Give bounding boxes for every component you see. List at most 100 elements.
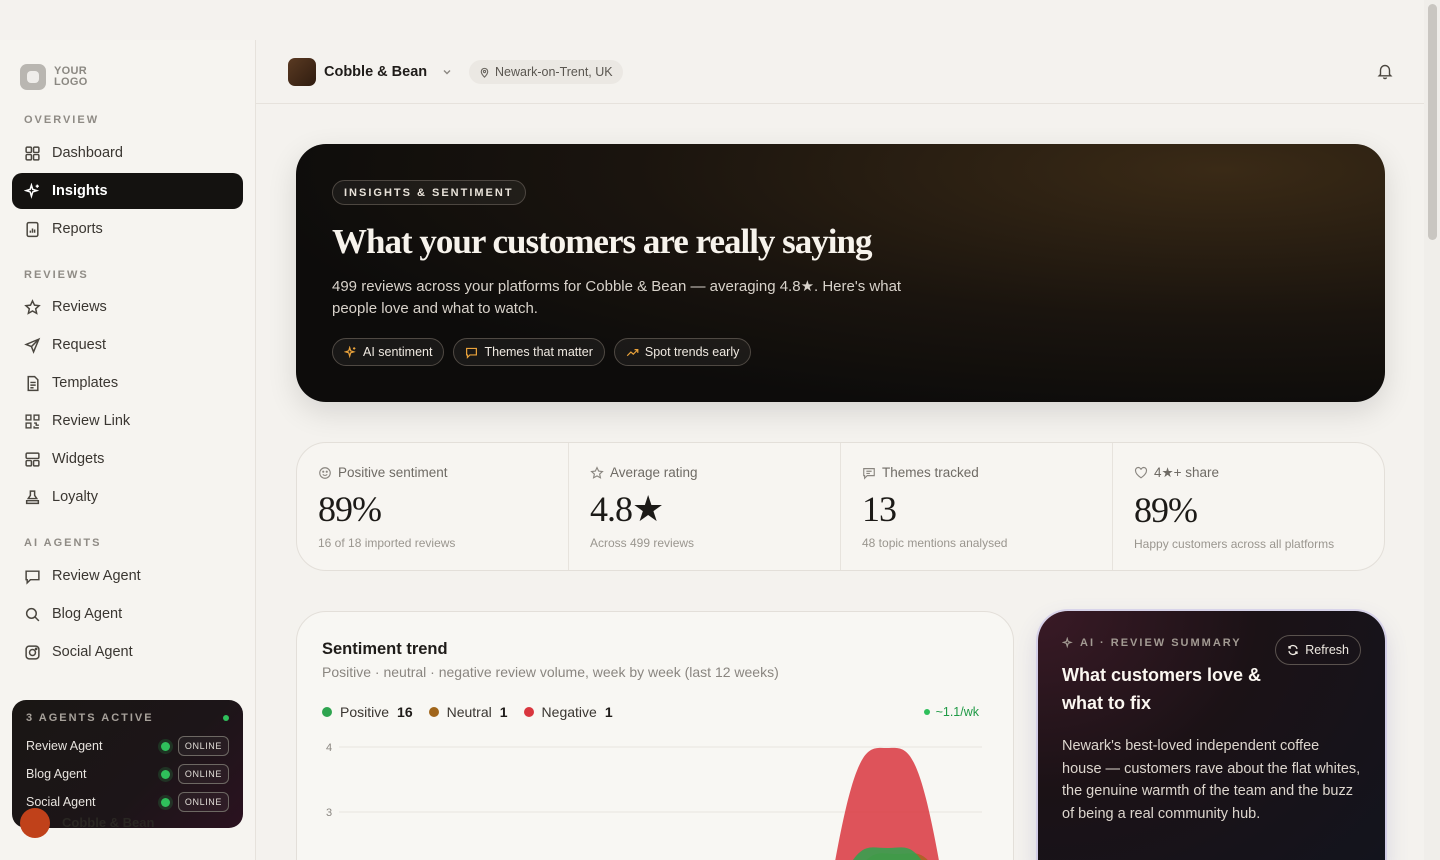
legend-label: Neutral — [446, 704, 492, 720]
sidebar-item-label: Insights — [52, 183, 108, 199]
insights-hero: INSIGHTS & SENTIMENT What your customers… — [296, 144, 1385, 402]
chip-label: Themes that matter — [484, 345, 593, 359]
trend-rate-badge: ~1.1/wk — [923, 705, 979, 719]
sidebar-item-label: Review Agent — [52, 568, 141, 584]
chevron-down-icon — [443, 70, 451, 75]
ai-tag: AI · REVIEW SUMMARY — [1062, 637, 1242, 649]
instagram-icon — [25, 644, 40, 660]
grid-icon — [25, 145, 40, 161]
stats-row: Positive sentiment 89% 16 of 18 imported… — [296, 442, 1385, 571]
agent-status-row[interactable]: Review Agent ONLINE — [26, 732, 229, 760]
sidebar-item-label: Reports — [52, 221, 103, 237]
chip-ai-sentiment[interactable]: AI sentiment — [332, 338, 445, 366]
trend-icon — [626, 348, 639, 356]
business-avatar — [288, 58, 316, 86]
document-icon — [27, 375, 39, 391]
avatar[interactable] — [20, 808, 50, 838]
sidebar-item-label: Widgets — [52, 451, 105, 467]
hero-chips: AI sentiment Themes that matter Spot tre… — [332, 338, 752, 366]
sidebar-item-dashboard[interactable]: Dashboard — [12, 135, 243, 171]
stat-value: 89% — [1134, 490, 1198, 530]
sidebar-item-insights[interactable]: Insights — [12, 173, 243, 209]
hero-subtitle: 499 reviews across your platforms for Co… — [332, 278, 902, 317]
stat-value: 13 — [862, 489, 897, 529]
agent-status-row[interactable]: Social Agent ONLINE — [26, 788, 229, 816]
topbar: Cobble & Bean Newark-on-Trent, UK — [256, 40, 1424, 104]
sidebar-item-reviews[interactable]: Reviews — [12, 289, 243, 325]
sentiment-trend-card: Sentiment trend Positive · neutral · neg… — [296, 611, 1014, 860]
agents-panel-title: 3 AGENTS ACTIVE — [26, 712, 154, 724]
ai-summary-body: Newark's best-loved independent coffee h… — [1062, 738, 1361, 822]
section-reviews: REVIEWS — [24, 269, 89, 281]
sidebar-item-reports[interactable]: Reports — [12, 211, 243, 247]
chart-legend: Positive 16 Neutral 1 Negative 1 — [322, 704, 613, 720]
notifications-bell-icon[interactable] — [1376, 62, 1394, 80]
chip-label: Spot trends early — [644, 345, 740, 359]
stat-value: 89% — [318, 489, 382, 529]
card-title: Sentiment trend — [322, 640, 448, 658]
stat-positive-sentiment: Positive sentiment 89% 16 of 18 imported… — [297, 443, 569, 570]
agent-status-row[interactable]: Blog Agent ONLINE — [26, 760, 229, 788]
stamp-icon — [25, 489, 40, 504]
stat-themes-tracked: Themes tracked 13 48 topic mentions anal… — [841, 443, 1113, 570]
legend-label: Positive — [340, 704, 390, 720]
refresh-icon — [1288, 644, 1298, 656]
sidebar-item-templates[interactable]: Templates — [12, 365, 243, 401]
stat-average-rating: Average rating 4.8★ Across 499 reviews — [569, 443, 841, 570]
legend-swatch — [523, 707, 534, 717]
qr-icon — [25, 413, 40, 429]
legend-negative[interactable]: Negative 1 — [523, 704, 613, 720]
legend-positive[interactable]: Positive 16 — [322, 704, 413, 720]
user-name[interactable]: Cobble & Bean — [62, 815, 154, 830]
sidebar-item-label: Review Link — [52, 413, 131, 429]
chat-icon — [25, 569, 40, 585]
page-scrollbar[interactable] — [1424, 0, 1440, 860]
business-switcher[interactable]: Cobble & Bean — [288, 58, 453, 86]
logo[interactable]: YOUR LOGO — [20, 64, 88, 90]
star-icon — [24, 298, 41, 315]
refresh-label: Refresh — [1305, 643, 1349, 657]
card-subtitle: Positive · neutral · negative review vol… — [322, 664, 779, 680]
status-badge: ONLINE — [177, 736, 229, 756]
chip-themes[interactable]: Themes that matter — [453, 338, 605, 366]
agent-name: Blog Agent — [26, 767, 87, 781]
stat-label: Themes tracked — [882, 465, 979, 480]
stat-caption: Happy customers across all platforms — [1134, 537, 1335, 551]
stat-value: 4.8★ — [590, 489, 664, 529]
sidebar-item-review-link[interactable]: Review Link — [12, 403, 243, 439]
logo-line2: LOGO — [54, 76, 88, 88]
y-tick-label: 3 — [326, 807, 332, 819]
heart-icon — [1135, 466, 1147, 479]
sidebar-item-loyalty[interactable]: Loyalty — [12, 479, 243, 515]
report-icon — [26, 221, 39, 237]
refresh-button[interactable]: Refresh — [1275, 635, 1361, 665]
location-pill[interactable]: Newark-on-Trent, UK — [469, 60, 623, 84]
stat-label: 4★+ share — [1154, 465, 1220, 480]
chip-trends[interactable]: Spot trends early — [613, 338, 752, 366]
agent-name: Social Agent — [26, 795, 96, 809]
trend-dot-icon — [923, 709, 930, 715]
sidebar-item-blog-agent[interactable]: Blog Agent — [12, 596, 243, 632]
ai-tag-label: AI · REVIEW SUMMARY — [1080, 637, 1242, 649]
legend-swatch — [322, 707, 332, 717]
stat-caption: Across 499 reviews — [590, 536, 695, 550]
sidebar-item-request[interactable]: Request — [12, 327, 243, 363]
sidebar-item-label: Request — [52, 337, 107, 353]
chip-label: AI sentiment — [363, 345, 433, 359]
stat-caption: 48 topic mentions analysed — [862, 536, 1008, 550]
agents-status-panel: 3 AGENTS ACTIVE Review Agent ONLINE Blog… — [12, 700, 243, 828]
sidebar-item-social-agent[interactable]: Social Agent — [12, 634, 243, 670]
page-title: What your customers are really saying — [332, 222, 872, 261]
sentiment-area-chart: 43 — [326, 742, 982, 860]
trend-rate-value: ~1.1/wk — [935, 705, 979, 719]
sidebar-item-label: Blog Agent — [52, 606, 123, 622]
area-series-negative[interactable] — [829, 747, 945, 860]
ai-review-summary-card: AI · REVIEW SUMMARY Refresh What custome… — [1038, 611, 1385, 860]
star-icon — [590, 465, 604, 479]
sparkle-icon — [1062, 637, 1073, 649]
sidebar-item-review-agent[interactable]: Review Agent — [12, 558, 243, 594]
scrollbar-thumb[interactable] — [1428, 4, 1437, 240]
legend-neutral[interactable]: Neutral 1 — [428, 704, 508, 720]
sidebar-item-widgets[interactable]: Widgets — [12, 441, 243, 477]
stat-label: Average rating — [610, 465, 698, 480]
